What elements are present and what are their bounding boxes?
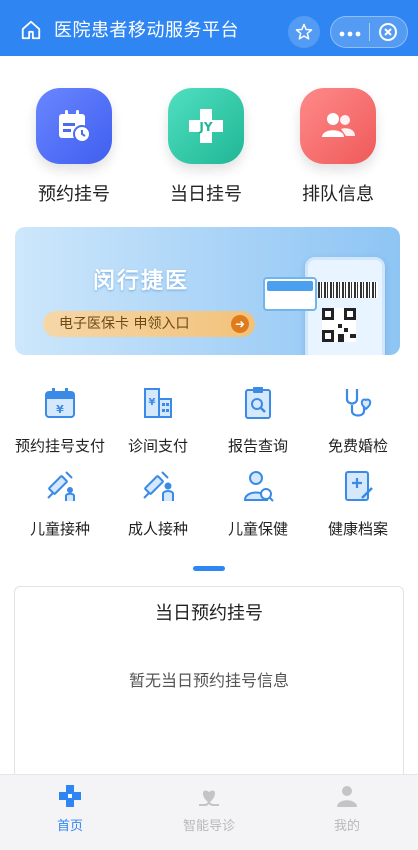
stethoscope-heart-icon: [345, 389, 372, 417]
syringe-child-icon: [47, 471, 75, 501]
star-icon: [295, 23, 313, 40]
svg-text:¥: ¥: [149, 397, 156, 408]
service-report-query[interactable]: 报告查询: [206, 385, 310, 456]
close-icon: [379, 23, 398, 41]
today-appointment-card: 当日预约挂号 暂无当日预约挂号信息: [14, 586, 404, 786]
medical-card-entry-button[interactable]: 电子医保卡 申领入口 ➜: [43, 311, 255, 337]
syringe-adult-icon: [143, 471, 174, 501]
service-label: 儿童接种: [29, 520, 90, 538]
heart-hand-icon: [199, 790, 219, 806]
more-button[interactable]: [331, 17, 369, 47]
service-adult-vaccination[interactable]: 成人接种: [106, 468, 210, 539]
calendar-clock-icon: [36, 88, 112, 164]
service-label: 预约挂号支付: [14, 437, 105, 455]
qr-code-image: [322, 308, 356, 342]
medical-card-illustration: [263, 277, 317, 311]
empty-message: 暂无当日预约挂号信息: [128, 671, 289, 690]
svg-text:¥: ¥: [56, 403, 64, 416]
building-yen-icon: ¥: [144, 388, 172, 418]
banner-button-label: 电子医保卡 申领入口: [59, 316, 190, 332]
tab-mine[interactable]: 我的: [297, 783, 397, 834]
tab-smart-guide[interactable]: 智能导诊: [159, 783, 259, 834]
medical-cross-icon: JY: [168, 88, 244, 164]
user-icon: [337, 786, 357, 807]
app-header: 医院患者移动服务平台: [0, 0, 418, 56]
phone-illustration: [305, 257, 385, 355]
service-label: 报告查询: [227, 437, 288, 455]
tab-label: 智能导诊: [182, 819, 235, 834]
service-appointment-payment[interactable]: ¥ 预约挂号支付: [8, 385, 112, 456]
card-title: 当日预约挂号: [155, 603, 263, 624]
service-clinic-payment[interactable]: ¥ 诊间支付: [106, 385, 210, 456]
calendar-yen-icon: ¥: [45, 388, 75, 418]
favorite-button[interactable]: [288, 16, 320, 48]
service-health-record[interactable]: 健康档案: [306, 468, 410, 539]
close-button[interactable]: [369, 22, 407, 42]
banner-title: 闵行捷医: [93, 269, 190, 294]
home-icon[interactable]: [20, 19, 42, 41]
arrow-right-icon: ➜: [231, 315, 249, 333]
health-record-icon: [345, 471, 373, 501]
service-label: 儿童保健: [227, 520, 288, 538]
page-indicator: [193, 566, 225, 571]
quick-label: 排队信息: [302, 184, 374, 205]
barcode-image: [318, 282, 378, 298]
quick-item-same-day[interactable]: JY 当日挂号: [146, 88, 266, 206]
service-label: 诊间支付: [127, 437, 188, 455]
tab-home[interactable]: 首页: [20, 783, 120, 834]
service-free-premarital-check[interactable]: 免费婚检: [306, 385, 410, 456]
service-child-vaccination[interactable]: 儿童接种: [8, 468, 112, 539]
service-label: 免费婚检: [327, 437, 388, 455]
quick-label: 预约挂号: [38, 184, 110, 205]
page-title: 医院患者移动服务平台: [54, 20, 239, 41]
bottom-tab-bar: 首页 智能导诊 我的: [0, 774, 418, 850]
home-cross-icon: [59, 785, 81, 807]
child-care-icon: [243, 471, 274, 502]
tab-label: 首页: [56, 819, 83, 834]
service-label: 成人接种: [127, 520, 188, 538]
quick-label: 当日挂号: [170, 184, 242, 205]
quick-item-queue[interactable]: 排队信息: [278, 88, 398, 206]
quick-item-appointment[interactable]: 预约挂号: [14, 88, 134, 206]
service-label: 健康档案: [327, 520, 388, 538]
people-icon: [300, 88, 376, 164]
menu-capsule: [330, 16, 408, 48]
service-child-healthcare[interactable]: 儿童保健: [206, 468, 310, 539]
report-search-icon: [245, 387, 271, 419]
promo-banner[interactable]: 闵行捷医 电子医保卡 申领入口 ➜: [15, 227, 400, 355]
more-icon: [339, 31, 361, 37]
tab-label: 我的: [333, 819, 360, 834]
svg-text:JY: JY: [198, 120, 212, 134]
